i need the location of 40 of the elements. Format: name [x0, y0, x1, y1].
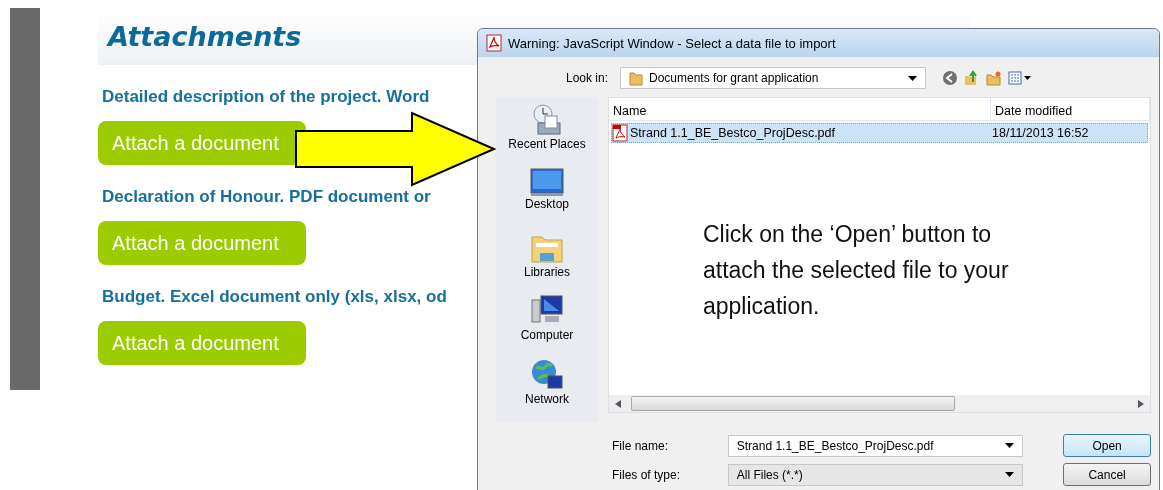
horizontal-scrollbar[interactable] — [609, 395, 1150, 412]
caret-icon — [1005, 443, 1015, 448]
file-date: 18/11/2013 16:52 — [991, 126, 1089, 140]
folder-icon — [629, 70, 643, 86]
section-label: Budget. Excel document only (xls, xlsx, od — [102, 287, 447, 307]
file-name: Strand 1.1_BE_Bestco_ProjDesc.pdf — [630, 126, 835, 140]
caret-icon — [1005, 472, 1015, 477]
view-menu-icon[interactable] — [1008, 71, 1032, 85]
place-item[interactable]: Libraries — [524, 230, 570, 295]
place-item[interactable]: Computer — [520, 294, 574, 359]
look-in-dropdown[interactable]: Documents for grant application — [620, 67, 926, 89]
clock-document-icon — [530, 103, 564, 137]
page-heading: Attachments — [108, 21, 302, 52]
new-folder-icon[interactable] — [986, 70, 1002, 86]
place-item[interactable]: Network — [525, 358, 569, 422]
file-name-label: File name: — [612, 438, 670, 453]
place-item[interactable]: Desktop — [525, 166, 569, 231]
window-title: Warning: JavaScript Window - Select a data file to import — [508, 35, 836, 51]
section-label: Declaration of Honour. PDF document or — [102, 187, 431, 207]
instruction-text: Click on the ‘Open’ button to attach the selected file to your application. — [703, 220, 1010, 321]
open-button[interactable]: Open — [1063, 434, 1151, 457]
scroll-left-icon[interactable] — [615, 399, 621, 408]
look-in-label: Look in: — [564, 71, 609, 85]
scroll-right-icon[interactable] — [1138, 399, 1144, 408]
cancel-button[interactable]: Cancel — [1063, 463, 1151, 486]
file-type-dropdown[interactable]: All Files (*.*) — [727, 463, 1024, 486]
scroll-thumb[interactable] — [631, 396, 955, 411]
section-label: Detailed description of the project. Word — [102, 87, 430, 107]
file-type-label: Files of type: — [612, 467, 682, 482]
pdf-icon — [486, 34, 502, 52]
column-header[interactable]: Date modified — [991, 98, 1150, 120]
caret-icon — [908, 75, 917, 81]
column-header[interactable]: Name — [609, 98, 991, 120]
up-folder-icon[interactable] — [964, 70, 980, 86]
file-row[interactable]: Strand 1.1_BE_Bestco_ProjDesc.pdf 18/11/2013 16:52 — [611, 123, 1148, 143]
back-icon[interactable] — [942, 70, 958, 86]
pdf-icon — [612, 124, 628, 142]
place-item[interactable]: Recent Places — [508, 103, 586, 167]
monitor-icon — [530, 166, 564, 197]
file-name-field[interactable]: Strand 1.1_BE_Bestco_ProjDesc.pdf — [727, 434, 1024, 457]
